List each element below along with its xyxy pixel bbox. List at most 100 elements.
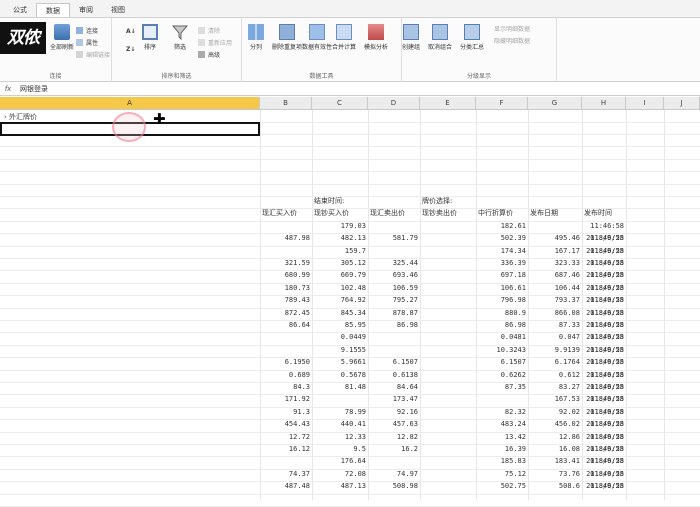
table-cell[interactable]: 483.24 bbox=[478, 419, 526, 430]
tab-data[interactable]: 数据 bbox=[36, 3, 70, 17]
table-cell[interactable]: 323.33 bbox=[530, 258, 580, 269]
table-cell[interactable]: 0.0449 bbox=[314, 332, 366, 343]
table-cell[interactable]: 现汇卖出价 bbox=[370, 208, 418, 219]
tab-view[interactable]: 视图 bbox=[102, 3, 134, 17]
column-header-c[interactable]: C bbox=[312, 97, 368, 110]
table-cell[interactable]: 13.42 bbox=[478, 432, 526, 443]
table-cell[interactable]: 174.34 bbox=[478, 246, 526, 257]
table-cell[interactable]: 87.35 bbox=[478, 382, 526, 393]
connections-button[interactable]: 连接 bbox=[76, 26, 98, 35]
time-cell[interactable]: 11:46:58 bbox=[584, 469, 624, 480]
table-cell[interactable]: 发布时间 bbox=[584, 208, 624, 219]
time-cell[interactable]: 11:46:58 bbox=[584, 432, 624, 443]
time-cell[interactable]: 11:46:58 bbox=[584, 320, 624, 331]
column-header-g[interactable]: G bbox=[528, 97, 582, 110]
table-cell[interactable]: 6.1507 bbox=[370, 357, 418, 368]
time-cell[interactable]: 11:46:58 bbox=[584, 258, 624, 269]
consolidate-button[interactable]: 合并计算 bbox=[332, 24, 356, 51]
table-cell[interactable]: 159.7 bbox=[314, 246, 366, 257]
table-cell[interactable]: 86.98 bbox=[370, 320, 418, 331]
hide-detail-button[interactable]: 隐藏明细数据 bbox=[494, 36, 530, 45]
table-cell[interactable]: 10.3243 bbox=[478, 345, 526, 356]
time-cell[interactable]: 11:46:58 bbox=[584, 221, 624, 232]
properties-button[interactable]: 属性 bbox=[76, 38, 98, 47]
table-cell[interactable]: 82.32 bbox=[478, 407, 526, 418]
table-cell[interactable]: 495.46 bbox=[530, 233, 580, 244]
sort-az-icon[interactable]: A↓ bbox=[126, 28, 136, 35]
table-cell[interactable]: 872.45 bbox=[262, 308, 310, 319]
time-cell[interactable]: 11:46:58 bbox=[584, 456, 624, 467]
time-cell[interactable]: 11:46:58 bbox=[584, 370, 624, 381]
table-cell[interactable]: 680.99 bbox=[262, 270, 310, 281]
table-cell[interactable]: 102.48 bbox=[314, 283, 366, 294]
table-cell[interactable]: 789.43 bbox=[262, 295, 310, 306]
table-cell[interactable]: 87.33 bbox=[530, 320, 580, 331]
subtotal-button[interactable]: 分类汇总 bbox=[460, 24, 484, 51]
time-cell[interactable]: 11:46:58 bbox=[584, 394, 624, 405]
table-cell[interactable]: 305.12 bbox=[314, 258, 366, 269]
table-cell[interactable]: 84.3 bbox=[262, 382, 310, 393]
time-cell[interactable]: 11:46:58 bbox=[584, 345, 624, 356]
table-cell[interactable]: 321.59 bbox=[262, 258, 310, 269]
table-cell[interactable]: 795.27 bbox=[370, 295, 418, 306]
table-cell[interactable]: 183.41 bbox=[530, 456, 580, 467]
time-cell[interactable]: 11:46:58 bbox=[584, 332, 624, 343]
table-cell[interactable]: 12.86 bbox=[530, 432, 580, 443]
table-cell[interactable]: 74.37 bbox=[262, 469, 310, 480]
sort-za-icon[interactable]: Z↓ bbox=[126, 46, 135, 53]
filter-button[interactable]: 筛选 bbox=[171, 24, 189, 51]
time-cell[interactable]: 11:46:58 bbox=[584, 407, 624, 418]
table-cell[interactable]: 0.047 bbox=[530, 332, 580, 343]
table-cell[interactable]: 0.6262 bbox=[478, 370, 526, 381]
time-cell[interactable]: 11:46:58 bbox=[584, 283, 624, 294]
table-cell[interactable]: 85.95 bbox=[314, 320, 366, 331]
time-cell[interactable]: 11:46:58 bbox=[584, 382, 624, 393]
table-cell[interactable]: 75.12 bbox=[478, 469, 526, 480]
time-cell[interactable]: 11:46:58 bbox=[584, 308, 624, 319]
table-cell[interactable]: 182.61 bbox=[478, 221, 526, 232]
table-cell[interactable]: 12.82 bbox=[370, 432, 418, 443]
table-cell[interactable]: 6.1950 bbox=[262, 357, 310, 368]
table-cell[interactable]: 6.1507 bbox=[478, 357, 526, 368]
table-cell[interactable]: 84.64 bbox=[370, 382, 418, 393]
table-cell[interactable]: 92.02 bbox=[530, 407, 580, 418]
table-cell[interactable]: 179.03 bbox=[314, 221, 366, 232]
table-cell[interactable]: 687.46 bbox=[530, 270, 580, 281]
time-cell[interactable]: 11:46:58 bbox=[584, 481, 624, 492]
table-cell[interactable]: 457.63 bbox=[370, 419, 418, 430]
table-cell[interactable]: 中行折算价 bbox=[478, 208, 526, 219]
table-cell[interactable]: 845.34 bbox=[314, 308, 366, 319]
table-cell[interactable]: 73.76 bbox=[530, 469, 580, 480]
column-header-i[interactable]: I bbox=[626, 97, 664, 110]
table-cell[interactable]: 693.46 bbox=[370, 270, 418, 281]
table-cell[interactable]: 86.64 bbox=[262, 320, 310, 331]
refresh-all-button[interactable]: 全部刷新 bbox=[50, 24, 74, 51]
table-cell[interactable]: 92.16 bbox=[370, 407, 418, 418]
column-header-a[interactable]: A bbox=[0, 97, 260, 110]
ungroup-button[interactable]: 取消组合 bbox=[428, 24, 452, 51]
show-detail-button[interactable]: 显示明细数据 bbox=[494, 24, 530, 33]
table-cell[interactable]: 669.79 bbox=[314, 270, 366, 281]
group-button[interactable]: 创建组 bbox=[402, 24, 420, 51]
table-cell[interactable]: 185.83 bbox=[478, 456, 526, 467]
table-cell[interactable]: 487.48 bbox=[262, 481, 310, 492]
table-cell[interactable]: 502.39 bbox=[478, 233, 526, 244]
column-header-d[interactable]: D bbox=[368, 97, 420, 110]
table-cell[interactable]: 106.61 bbox=[478, 283, 526, 294]
reapply-button[interactable]: 重新应用 bbox=[198, 38, 232, 47]
table-cell[interactable]: 现钞买入价 bbox=[314, 208, 366, 219]
clear-button[interactable]: 清除 bbox=[198, 26, 220, 35]
table-cell[interactable]: 16.12 bbox=[262, 444, 310, 455]
table-cell[interactable]: 180.73 bbox=[262, 283, 310, 294]
table-cell[interactable]: 74.97 bbox=[370, 469, 418, 480]
time-cell[interactable]: 11:46:58 bbox=[584, 357, 624, 368]
table-cell[interactable]: 现钞卖出价 bbox=[422, 208, 474, 219]
table-cell[interactable]: 793.37 bbox=[530, 295, 580, 306]
table-cell[interactable]: 91.3 bbox=[262, 407, 310, 418]
table-cell[interactable]: 336.39 bbox=[478, 258, 526, 269]
table-cell[interactable]: 796.98 bbox=[478, 295, 526, 306]
table-cell[interactable]: 487.98 bbox=[262, 233, 310, 244]
table-cell[interactable]: 牌价选择: bbox=[422, 196, 474, 207]
table-cell[interactable]: 81.48 bbox=[314, 382, 366, 393]
table-cell[interactable]: 456.02 bbox=[530, 419, 580, 430]
